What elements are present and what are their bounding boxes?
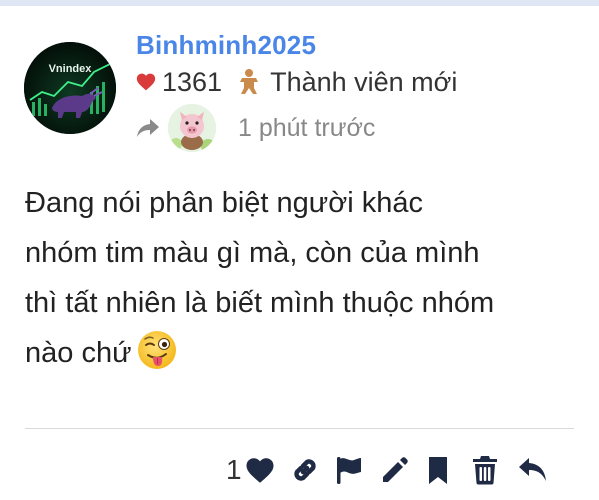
post-timestamp[interactable]: 1 phút trước <box>238 114 375 143</box>
reply-button[interactable] <box>517 450 549 490</box>
heart-icon <box>136 73 156 91</box>
post-actions: 1 <box>226 450 549 490</box>
user-avatar[interactable]: Vnindex <box>24 42 116 134</box>
post-divider <box>25 428 574 429</box>
flag-button[interactable] <box>333 450 365 490</box>
trash-icon <box>472 456 497 485</box>
username-link[interactable]: Binhminh2025 <box>136 30 316 61</box>
copy-link-button[interactable] <box>289 450 321 490</box>
reply-to-avatar[interactable] <box>168 104 216 152</box>
post-line: nhóm tim màu gì mà, còn của mình <box>25 237 480 269</box>
bookmark-icon <box>428 457 447 484</box>
post-line-text: nào chứ <box>25 337 132 369</box>
member-title[interactable]: Thành viên mới <box>270 67 457 98</box>
new-member-icon <box>240 69 259 94</box>
post-content: Đang nói phân biệt người khác nhóm tim m… <box>25 178 585 378</box>
user-meta: 1361 Thành viên mới <box>136 66 457 98</box>
delete-button[interactable] <box>471 450 499 490</box>
edit-button[interactable] <box>379 450 409 490</box>
reply-arrow-icon[interactable] <box>136 117 160 139</box>
post-line: Đang nói phân biệt người khác <box>25 187 423 219</box>
post-line: nào chứ <box>25 328 585 378</box>
post-line: thì tất nhiên là biết mình thuộc nhóm <box>25 287 495 319</box>
user-like-total: 1361 <box>162 66 223 97</box>
flag-icon <box>336 457 361 484</box>
link-icon <box>293 459 316 481</box>
pencil-icon <box>382 457 408 482</box>
like-button[interactable] <box>243 450 277 490</box>
reply-icon <box>518 458 546 481</box>
like-count[interactable]: 1 <box>226 454 242 486</box>
winking-tongue-emoji-icon <box>138 331 177 369</box>
top-border <box>0 0 599 6</box>
heart-icon <box>246 457 274 483</box>
avatar-brand-text: Vnindex <box>49 63 93 75</box>
bookmark-button[interactable] <box>425 450 451 490</box>
reply-to-row: 1 phút trước <box>136 104 375 152</box>
